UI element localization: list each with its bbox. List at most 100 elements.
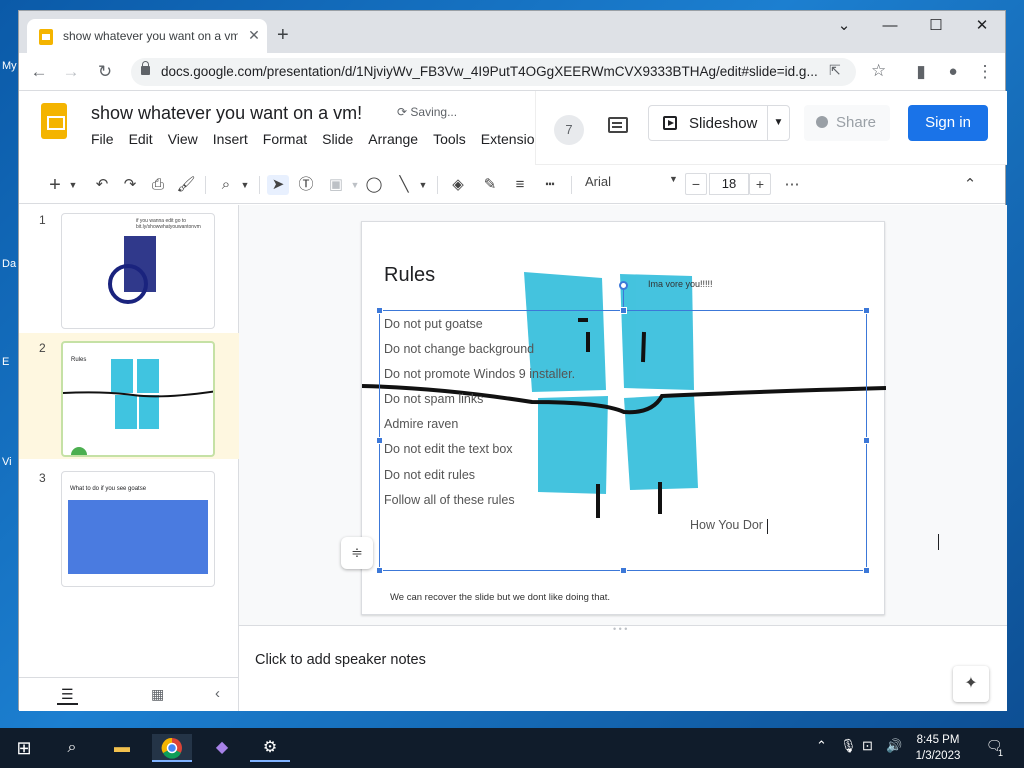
desktop-icon-label[interactable]: Vi — [2, 456, 12, 468]
chrome-icon[interactable] — [152, 734, 192, 762]
text-box-selection[interactable] — [379, 310, 867, 571]
collapse-toolbar-icon[interactable]: ⌃ — [959, 175, 981, 195]
slide-note-text[interactable]: Ima vore you!!!!! — [648, 279, 713, 289]
sign-in-button[interactable]: Sign in — [908, 105, 988, 141]
microphone-icon[interactable]: 🎙 — [840, 738, 857, 754]
network-icon[interactable]: ⊡ — [862, 738, 873, 754]
slide-canvas[interactable]: Rules Ima vore you!!!!! Do not put goats… — [361, 221, 939, 615]
menu-insert[interactable]: Insert — [213, 131, 248, 147]
menu-extensions[interactable]: Extensio — [481, 131, 535, 147]
menu-tools[interactable]: Tools — [433, 131, 466, 147]
desktop-icon-label[interactable]: My — [2, 60, 17, 72]
slide-thumbnail-3[interactable]: What to do if you see goatse — [61, 471, 215, 587]
slideshow-dropdown-icon[interactable]: ▼ — [767, 106, 789, 140]
tray-chevron-icon[interactable]: ⌃ — [816, 738, 827, 754]
new-slide-dropdown-icon[interactable]: ▼ — [67, 175, 79, 195]
text-box-icon[interactable]: Ⓣ — [295, 175, 317, 195]
url-text[interactable]: docs.google.com/presentation/d/1NjviyWv_… — [161, 64, 821, 79]
print-icon[interactable]: ⎙ — [147, 175, 169, 195]
window-list-button[interactable]: ⌄ — [821, 11, 867, 43]
browser-menu-icon[interactable]: ⋮ — [973, 61, 997, 83]
filmstrip-view-icon[interactable]: ☰ — [57, 686, 78, 705]
font-size-decrease-icon[interactable]: − — [685, 173, 707, 195]
window-close-icon[interactable]: ✕ — [959, 11, 1005, 43]
slide-footnote[interactable]: We can recover the slide but we dont lik… — [390, 592, 610, 603]
document-title[interactable]: show whatever you want on a vm! — [91, 103, 362, 124]
border-weight-icon[interactable]: ≡ — [509, 175, 531, 195]
search-icon[interactable]: ⌕ — [52, 734, 92, 762]
file-explorer-icon[interactable]: ▬ — [102, 734, 142, 762]
slide-title[interactable]: Rules — [384, 264, 435, 287]
viewer-count-badge[interactable]: 7 — [554, 115, 584, 145]
resize-handle[interactable] — [863, 567, 870, 574]
maximize-icon[interactable]: ☐ — [913, 11, 959, 43]
share-button[interactable]: Share — [804, 105, 890, 141]
zoom-icon[interactable]: ⌕ — [215, 175, 237, 195]
slide-thumbnail-1[interactable]: if you wanna edit go to bit.ly/showwhaty… — [61, 213, 215, 329]
font-size-input[interactable]: 18 — [709, 173, 749, 195]
notes-resize-handle[interactable]: • • • — [613, 624, 627, 634]
omnibox[interactable]: docs.google.com/presentation/d/1NjviyWv_… — [131, 58, 886, 86]
reload-icon[interactable]: ↻ — [93, 61, 117, 83]
bookmark-star-icon[interactable]: ☆ — [871, 61, 886, 81]
redo-icon[interactable]: ↷ — [119, 175, 141, 195]
settings-gear-icon[interactable]: ⚙ — [250, 734, 290, 762]
more-options-icon[interactable]: ⋯ — [781, 175, 803, 195]
undo-icon[interactable]: ↶ — [91, 175, 113, 195]
resize-handle[interactable] — [620, 307, 627, 314]
speaker-notes-panel[interactable]: • • • Click to add speaker notes ✦ — [239, 624, 1007, 711]
resize-handle[interactable] — [863, 307, 870, 314]
tab-close-icon[interactable]: ✕ — [245, 26, 263, 44]
resize-handle[interactable] — [620, 567, 627, 574]
taskbar-clock[interactable]: 8:45 PM 1/3/2023 — [910, 732, 966, 764]
zoom-dropdown-icon[interactable]: ▼ — [239, 175, 251, 195]
resize-handle[interactable] — [863, 437, 870, 444]
border-color-icon[interactable]: ✎ — [479, 175, 501, 195]
minimize-icon[interactable]: — — [867, 11, 913, 43]
resize-handle[interactable] — [376, 437, 383, 444]
menu-view[interactable]: View — [168, 131, 198, 147]
grid-view-icon[interactable]: ▦ — [151, 686, 164, 703]
comments-icon[interactable] — [608, 117, 628, 133]
menu-format[interactable]: Format — [263, 131, 307, 147]
menu-file[interactable]: File — [91, 131, 114, 147]
share-page-icon[interactable]: ⇱ — [829, 62, 841, 79]
text-wrap-icon[interactable]: ≑ — [341, 537, 373, 569]
forward-icon[interactable]: → — [59, 61, 83, 83]
shape-icon[interactable]: ◯ — [363, 175, 385, 195]
insert-image-icon[interactable]: ▣ — [325, 175, 347, 195]
border-dash-icon[interactable]: ┅ — [539, 175, 561, 195]
slide-thumbnail-2[interactable]: Rules — [61, 341, 215, 457]
resize-handle[interactable] — [376, 307, 383, 314]
side-panel-icon[interactable]: ▮ — [909, 61, 933, 83]
select-pointer-icon[interactable]: ➤ — [267, 175, 289, 195]
speaker-notes-placeholder[interactable]: Click to add speaker notes — [255, 652, 426, 668]
menu-arrange[interactable]: Arrange — [368, 131, 418, 147]
line-icon[interactable]: ╲ — [393, 175, 415, 195]
font-family-select[interactable]: Arial ▼ — [585, 174, 681, 189]
menu-edit[interactable]: Edit — [129, 131, 153, 147]
rotation-handle[interactable] — [619, 281, 628, 290]
lock-icon[interactable] — [141, 61, 150, 75]
new-tab-button[interactable]: + — [277, 25, 289, 45]
resize-handle[interactable] — [376, 567, 383, 574]
new-slide-icon[interactable]: + — [45, 175, 65, 195]
line-dropdown-icon[interactable]: ▼ — [417, 175, 429, 195]
font-size-increase-icon[interactable]: + — [749, 173, 771, 195]
slides-logo-icon[interactable] — [41, 103, 67, 139]
menu-slide[interactable]: Slide — [322, 131, 353, 147]
profile-avatar-icon[interactable]: ● — [941, 61, 965, 83]
collapse-panel-icon[interactable]: ‹ — [215, 685, 220, 702]
fill-color-icon[interactable]: ◈ — [447, 175, 469, 195]
desktop-icon-label[interactable]: E — [2, 356, 9, 368]
volume-icon[interactable]: 🔊 — [886, 738, 902, 754]
start-windows-icon[interactable]: ⊞ — [4, 734, 44, 762]
explore-icon[interactable]: ✦ — [953, 666, 989, 702]
browser-tab[interactable]: show whatever you want on a vm ✕ — [27, 19, 267, 53]
image-dropdown-icon[interactable]: ▼ — [349, 175, 361, 195]
visual-studio-icon[interactable]: ◆ — [202, 734, 242, 762]
paint-format-icon[interactable]: 🖌 — [175, 175, 197, 195]
desktop-icon-label[interactable]: Da — [2, 258, 16, 270]
back-icon[interactable]: ← — [27, 61, 51, 83]
slideshow-button[interactable]: Slideshow ▼ — [648, 105, 790, 141]
